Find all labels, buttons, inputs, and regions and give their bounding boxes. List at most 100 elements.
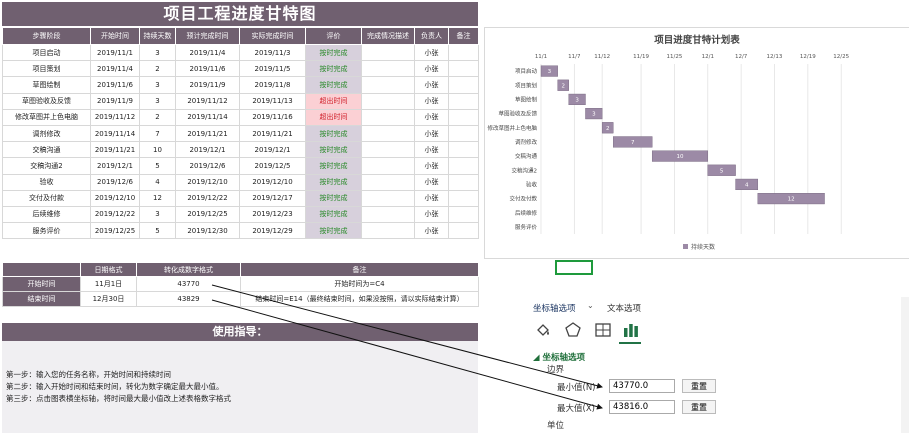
cell-desc[interactable] bbox=[361, 108, 415, 126]
cell-start[interactable]: 2019/12/22 bbox=[90, 205, 140, 224]
cell-eval[interactable]: 按时完成 bbox=[305, 157, 362, 175]
cell-plan-end[interactable]: 2019/12/25 bbox=[175, 205, 240, 224]
cell-desc[interactable] bbox=[361, 76, 415, 94]
cell-note[interactable] bbox=[448, 124, 479, 143]
cell-owner[interactable]: 小张 bbox=[414, 173, 449, 191]
cell-eval[interactable]: 按时完成 bbox=[305, 205, 362, 224]
cell-start[interactable]: 2019/12/6 bbox=[90, 173, 140, 191]
cell-days[interactable]: 5 bbox=[139, 222, 176, 240]
cell-note[interactable] bbox=[448, 60, 479, 78]
cell-plan-end[interactable]: 2019/12/10 bbox=[175, 173, 240, 191]
cell-plan-end[interactable]: 2019/11/14 bbox=[175, 108, 240, 126]
cell-actual-end[interactable]: 2019/12/23 bbox=[239, 205, 306, 224]
cell-eval[interactable]: 按时完成 bbox=[305, 222, 362, 240]
cell-eval[interactable]: 按时完成 bbox=[305, 173, 362, 191]
chevron-down-icon[interactable]: ⌄ bbox=[587, 301, 594, 310]
cell-note[interactable] bbox=[448, 222, 479, 240]
cell-plan-end[interactable]: 2019/12/30 bbox=[175, 222, 240, 240]
cell-plan-end[interactable]: 2019/11/6 bbox=[175, 60, 240, 78]
tab-axis-options[interactable]: 坐标轴选项 bbox=[533, 302, 576, 314]
max-bound-input[interactable] bbox=[609, 400, 675, 414]
cell-owner[interactable]: 小张 bbox=[414, 205, 449, 224]
date-cell-note[interactable]: 结束时间=E14（最终结束时间，如果没按照，请以实际结束计算） bbox=[240, 291, 479, 307]
cell-step[interactable]: 调剂修改 bbox=[2, 124, 91, 143]
bar-chart-options-icon[interactable] bbox=[621, 321, 641, 339]
cell-note[interactable] bbox=[448, 189, 479, 207]
cell-actual-end[interactable]: 2019/11/8 bbox=[239, 76, 306, 94]
cell-actual-end[interactable]: 2019/11/3 bbox=[239, 43, 306, 62]
cell-note[interactable] bbox=[448, 43, 479, 62]
pane-scrollbar[interactable] bbox=[901, 297, 909, 433]
cell-plan-end[interactable]: 2019/11/4 bbox=[175, 43, 240, 62]
cell-days[interactable]: 2 bbox=[139, 108, 176, 126]
cell-step[interactable]: 项目策划 bbox=[2, 60, 91, 78]
cell-owner[interactable]: 小张 bbox=[414, 92, 449, 110]
cell-desc[interactable] bbox=[361, 141, 415, 159]
cell-step[interactable]: 交付及付款 bbox=[2, 189, 91, 207]
cell-desc[interactable] bbox=[361, 43, 415, 62]
min-bound-input[interactable] bbox=[609, 379, 675, 393]
date-cell-label[interactable]: 结束时间 bbox=[2, 291, 81, 307]
cell-step[interactable]: 草图验收及反馈 bbox=[2, 92, 91, 110]
cell-days[interactable]: 2 bbox=[139, 60, 176, 78]
cell-note[interactable] bbox=[448, 157, 479, 175]
cell-owner[interactable]: 小张 bbox=[414, 60, 449, 78]
cell-owner[interactable]: 小张 bbox=[414, 189, 449, 207]
cell-days[interactable]: 12 bbox=[139, 189, 176, 207]
date-cell-date[interactable]: 12月30日 bbox=[80, 291, 137, 307]
cell-desc[interactable] bbox=[361, 92, 415, 110]
cell-actual-end[interactable]: 2019/12/10 bbox=[239, 173, 306, 191]
cell-desc[interactable] bbox=[361, 124, 415, 143]
cell-days[interactable]: 3 bbox=[139, 205, 176, 224]
date-cell-label[interactable]: 开始时间 bbox=[2, 276, 81, 292]
cell-note[interactable] bbox=[448, 205, 479, 224]
cell-step[interactable]: 项目启动 bbox=[2, 43, 91, 62]
cell-plan-end[interactable]: 2019/11/21 bbox=[175, 124, 240, 143]
cell-days[interactable]: 10 bbox=[139, 141, 176, 159]
cell-owner[interactable]: 小张 bbox=[414, 141, 449, 159]
cell-owner[interactable]: 小张 bbox=[414, 43, 449, 62]
cell-note[interactable] bbox=[448, 76, 479, 94]
cell-note[interactable] bbox=[448, 173, 479, 191]
cell-start[interactable]: 2019/11/9 bbox=[90, 92, 140, 110]
cell-days[interactable]: 4 bbox=[139, 173, 176, 191]
cell-desc[interactable] bbox=[361, 60, 415, 78]
selected-cell[interactable] bbox=[555, 260, 593, 275]
cell-desc[interactable] bbox=[361, 173, 415, 191]
cell-step[interactable]: 服务评价 bbox=[2, 222, 91, 240]
cell-start[interactable]: 2019/11/12 bbox=[90, 108, 140, 126]
cell-desc[interactable] bbox=[361, 222, 415, 240]
cell-eval[interactable]: 按时完成 bbox=[305, 60, 362, 78]
date-cell-date[interactable]: 11月1日 bbox=[80, 276, 137, 292]
cell-desc[interactable] bbox=[361, 205, 415, 224]
cell-start[interactable]: 2019/11/21 bbox=[90, 141, 140, 159]
cell-days[interactable]: 3 bbox=[139, 43, 176, 62]
cell-actual-end[interactable]: 2019/11/5 bbox=[239, 60, 306, 78]
cell-actual-end[interactable]: 2019/12/1 bbox=[239, 141, 306, 159]
cell-eval[interactable]: 超出时间 bbox=[305, 108, 362, 126]
date-cell-num[interactable]: 43829 bbox=[136, 291, 241, 307]
cell-start[interactable]: 2019/11/14 bbox=[90, 124, 140, 143]
date-cell-num[interactable]: 43770 bbox=[136, 276, 241, 292]
cell-step[interactable]: 交稿沟通 bbox=[2, 141, 91, 159]
cell-desc[interactable] bbox=[361, 157, 415, 175]
cell-note[interactable] bbox=[448, 92, 479, 110]
cell-owner[interactable]: 小张 bbox=[414, 108, 449, 126]
cell-plan-end[interactable]: 2019/12/1 bbox=[175, 141, 240, 159]
cell-eval[interactable]: 按时完成 bbox=[305, 141, 362, 159]
cell-owner[interactable]: 小张 bbox=[414, 76, 449, 94]
axis-options-section[interactable]: ◢ 坐标轴选项 bbox=[533, 351, 585, 363]
cell-step[interactable]: 后续维修 bbox=[2, 205, 91, 224]
cell-plan-end[interactable]: 2019/12/6 bbox=[175, 157, 240, 175]
cell-desc[interactable] bbox=[361, 189, 415, 207]
cell-actual-end[interactable]: 2019/12/29 bbox=[239, 222, 306, 240]
cell-days[interactable]: 3 bbox=[139, 76, 176, 94]
cell-actual-end[interactable]: 2019/11/21 bbox=[239, 124, 306, 143]
cell-note[interactable] bbox=[448, 108, 479, 126]
cell-eval[interactable]: 按时完成 bbox=[305, 189, 362, 207]
gantt-chart[interactable]: 项目进度甘特计划表 11/1 11/7 11/12 11/19 11/25 12/1 12/7… bbox=[484, 27, 909, 259]
min-reset-button[interactable]: 重置 bbox=[682, 379, 716, 393]
date-cell-note[interactable]: 开始时间为=C4 bbox=[240, 276, 479, 292]
cell-plan-end[interactable]: 2019/11/12 bbox=[175, 92, 240, 110]
cell-start[interactable]: 2019/12/1 bbox=[90, 157, 140, 175]
